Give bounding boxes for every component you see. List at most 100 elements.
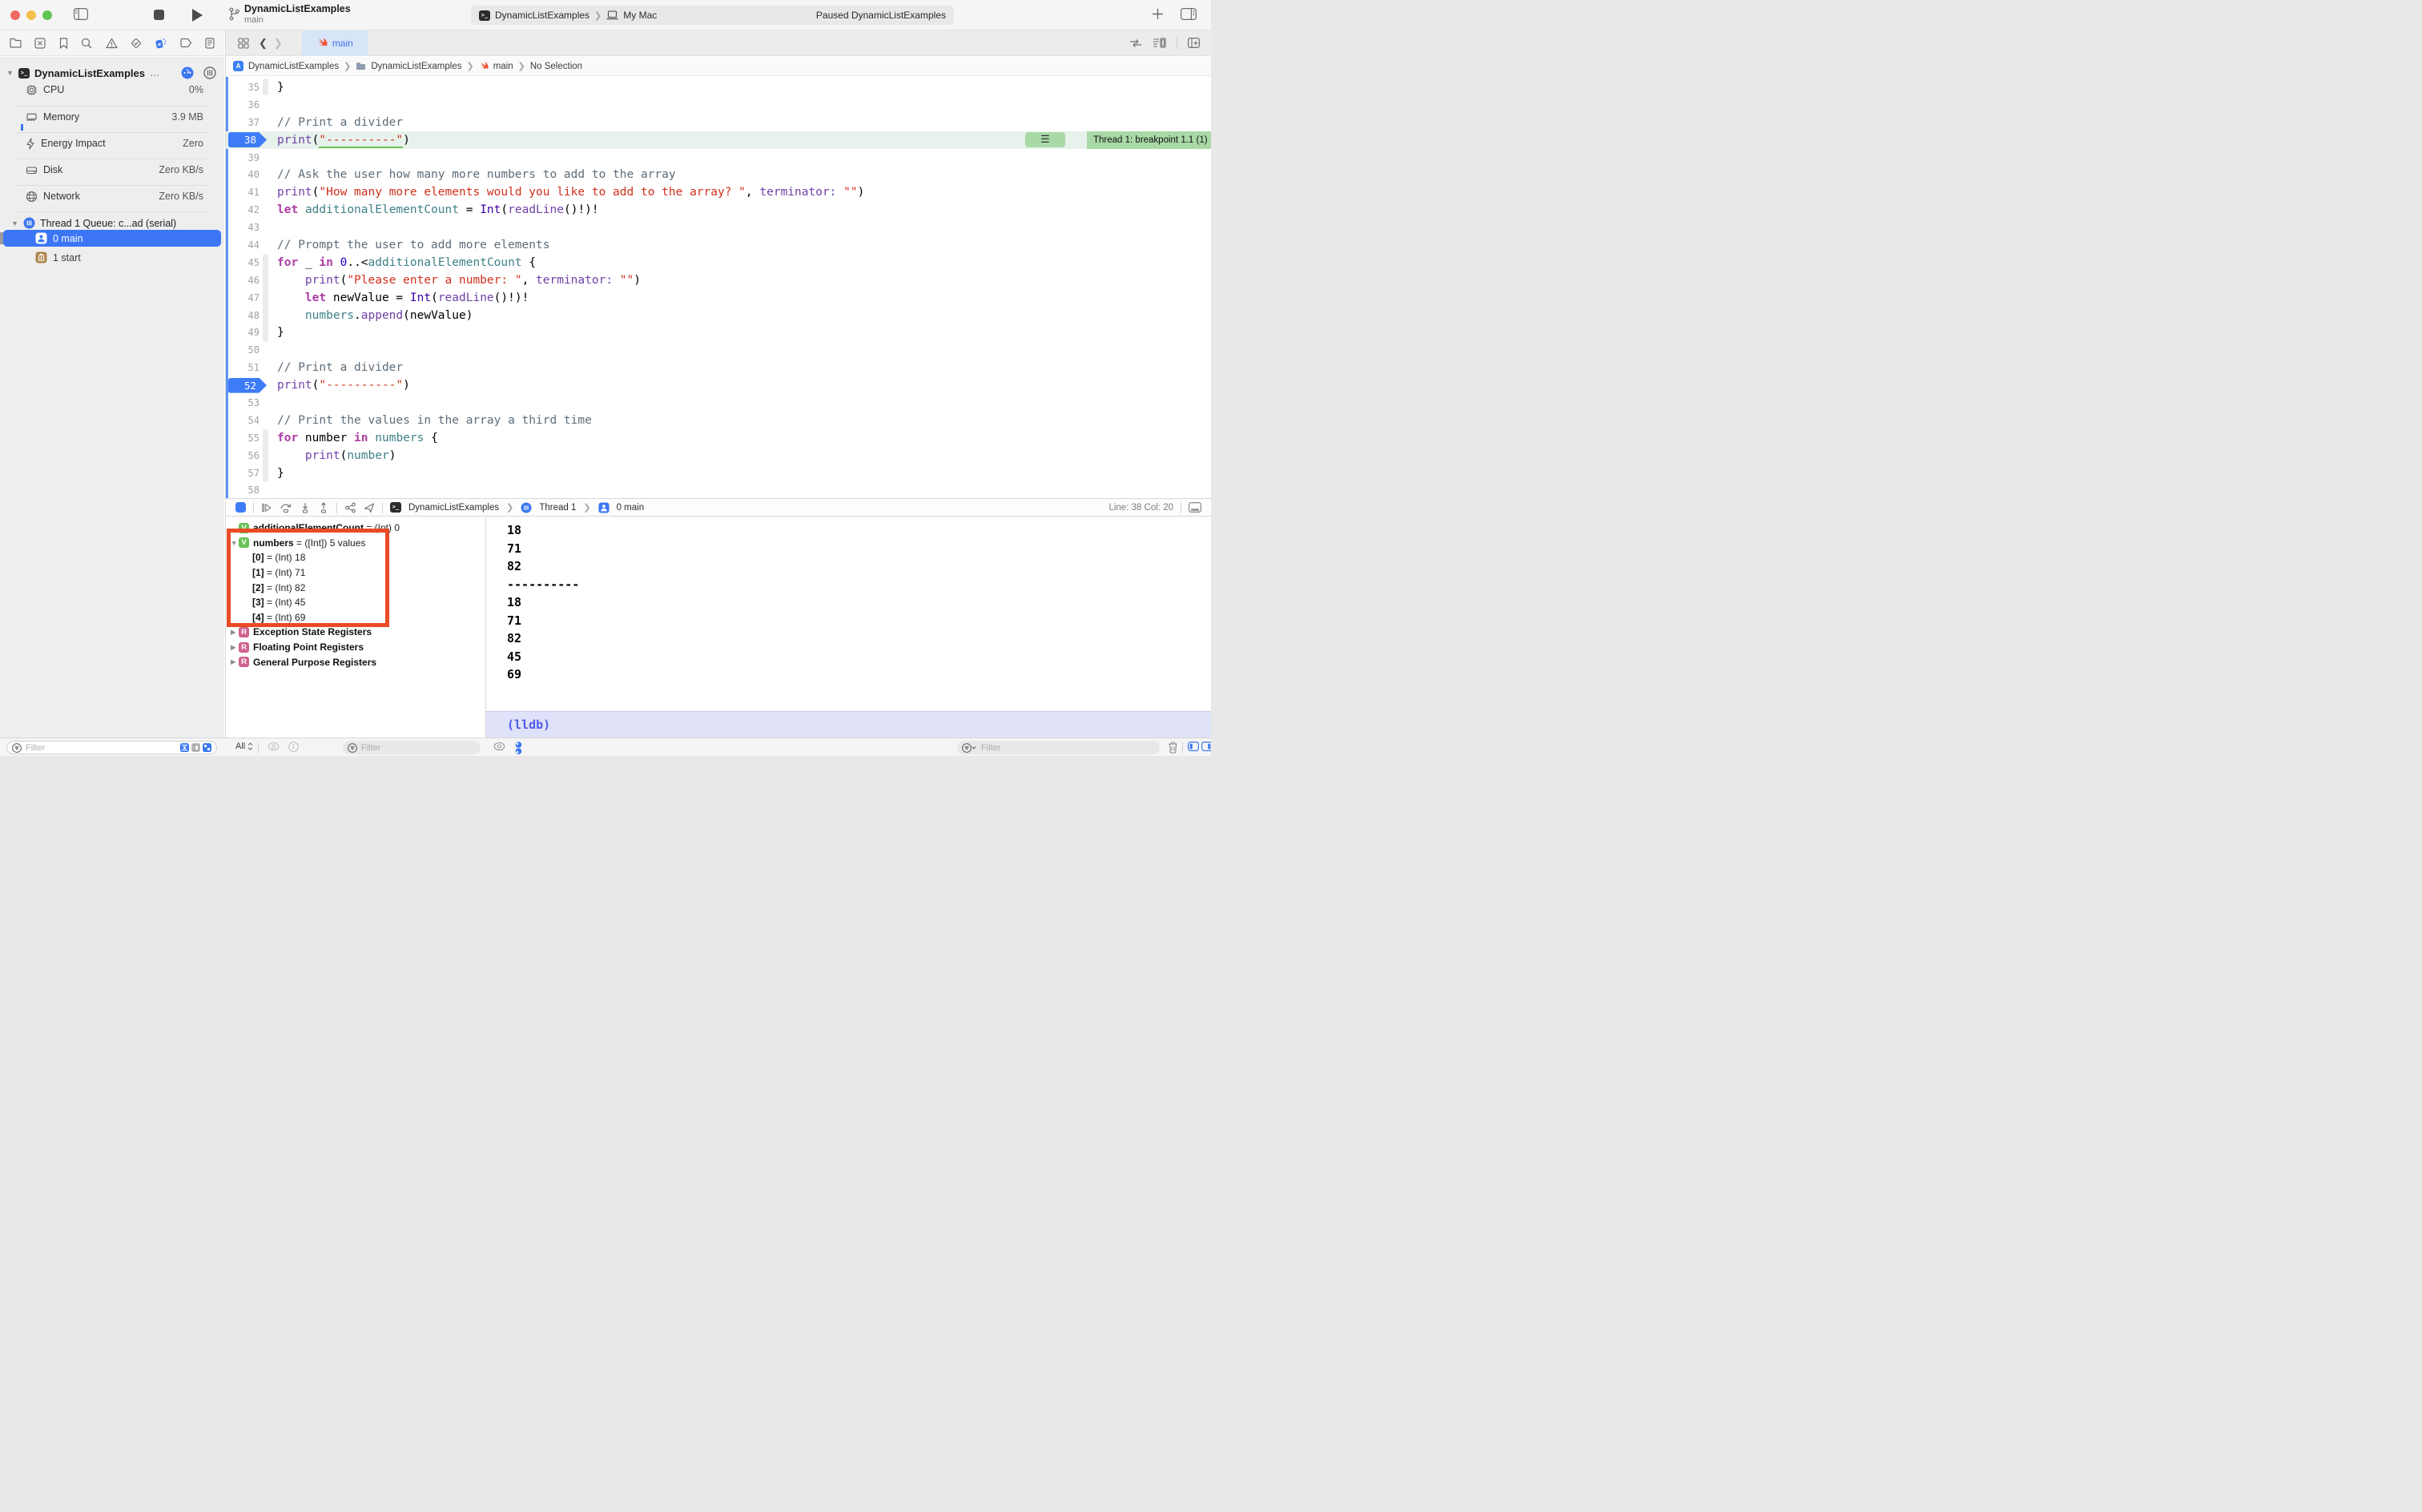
code-review-icon[interactable] (1129, 38, 1142, 48)
gauge-cpu[interactable]: CPU 0% (0, 82, 224, 97)
show-variables-view-icon[interactable] (1188, 742, 1199, 751)
line-number[interactable]: 58 (226, 485, 260, 496)
code-line-46[interactable]: 46 print("Please enter a number: ", term… (226, 271, 1211, 289)
show-console-view-icon[interactable] (1201, 742, 1211, 751)
line-number[interactable]: 37 (226, 117, 260, 128)
go-forward-icon[interactable]: ❯ (274, 37, 283, 50)
continue-button[interactable] (261, 502, 272, 513)
code-line-52[interactable]: 52print("----------") (226, 376, 1211, 394)
source-editor[interactable]: 35}3637// Print a divider38print("------… (226, 77, 1211, 498)
jumpbar-group[interactable]: DynamicListExamples (371, 62, 461, 71)
chevron-down-icon[interactable]: ▼ (6, 69, 14, 77)
line-number[interactable]: 39 (226, 152, 260, 163)
issue-navigator-icon[interactable] (106, 38, 118, 49)
code-line-41[interactable]: 41print("How many more elements would yo… (226, 183, 1211, 201)
go-back-icon[interactable]: ❮ (259, 37, 268, 50)
breakpoint-indicator[interactable]: 38 (228, 132, 267, 147)
chevron-right-icon[interactable]: ▶ (231, 643, 239, 652)
thread-row[interactable]: ▼ Thread 1 Queue: c...ad (serial) (0, 215, 224, 231)
code-line-35[interactable]: 35} (226, 78, 1211, 96)
gauge-disk[interactable]: Disk Zero KB/s (0, 163, 224, 177)
performance-gauge-icon[interactable] (181, 66, 194, 79)
variables-scope-selector[interactable]: All (235, 742, 253, 751)
variables-filter-field[interactable]: Filter (343, 741, 481, 754)
line-number[interactable]: 51 (226, 362, 260, 373)
code-line-36[interactable]: 36 (226, 96, 1211, 114)
line-number[interactable]: 41 (226, 187, 260, 198)
stack-frame-start[interactable]: 1 start (3, 249, 221, 266)
test-navigator-icon[interactable] (131, 38, 142, 49)
line-number[interactable]: 45 (226, 257, 260, 268)
zoom-window-button[interactable] (42, 10, 52, 20)
variables-view[interactable]: VadditionalElementCount = (Int) 0▼Vnumbe… (226, 517, 485, 738)
chevron-right-icon[interactable]: ▶ (231, 628, 239, 637)
console-view[interactable]: 187182----------1871824569 (lldb) (486, 517, 1211, 738)
add-editor-icon[interactable] (1188, 38, 1200, 48)
debug-navigator-icon[interactable] (155, 37, 167, 49)
breakpoint-indicator[interactable]: 52 (228, 378, 267, 393)
console-eye-icon[interactable] (493, 742, 505, 751)
scheme-destination[interactable]: My Mac (623, 10, 657, 21)
code-line-37[interactable]: 37// Print a divider (226, 114, 1211, 131)
stack-frame-main[interactable]: 0 main (3, 230, 221, 247)
line-number[interactable]: 42 (226, 204, 260, 215)
scheme-target[interactable]: DynamicListExamples (495, 10, 589, 21)
line-number[interactable]: 49 (226, 327, 260, 338)
code-line-42[interactable]: 42let additionalElementCount = Int(readL… (226, 201, 1211, 219)
toggle-inspector-icon[interactable] (1181, 8, 1197, 20)
gauge-memory[interactable]: Memory 3.9 MB (0, 110, 224, 124)
chevron-right-icon[interactable]: ▶ (231, 657, 239, 666)
adjust-editor-options-icon[interactable] (1153, 38, 1166, 48)
line-number[interactable]: 48 (226, 310, 260, 321)
code-line-55[interactable]: 55for number in numbers { (226, 429, 1211, 447)
line-number[interactable]: 46 (226, 275, 260, 286)
breakpoint-annotation-menu[interactable]: ☰ (1025, 132, 1065, 147)
code-line-58[interactable]: 58 (226, 481, 1211, 498)
code-line-40[interactable]: 40// Ask the user how many more numbers … (226, 166, 1211, 183)
line-number[interactable]: 40 (226, 169, 260, 180)
code-line-44[interactable]: 44// Prompt the user to add more element… (226, 236, 1211, 254)
scheme-block[interactable]: DynamicListExamples main (229, 3, 351, 26)
add-button[interactable] (1151, 7, 1165, 21)
breakpoint-annotation[interactable]: Thread 1: breakpoint 1.1 (1) (1087, 131, 1211, 149)
jumpbar-file[interactable]: main (493, 62, 513, 71)
lldb-prompt-bar[interactable]: (lldb) (486, 711, 1211, 738)
toggle-debug-area-icon[interactable] (1189, 502, 1201, 513)
filter-mode-stack-icon[interactable] (191, 743, 200, 752)
navigator-filter-field[interactable]: Filter (6, 741, 217, 754)
debug-area-divider[interactable] (485, 517, 486, 738)
filter-mode-interest-icon[interactable] (203, 743, 211, 752)
view-memory-eye-icon[interactable] (268, 742, 280, 751)
debugbar-crumb-frame[interactable]: 0 main (617, 503, 645, 513)
jumpbar-selection[interactable]: No Selection (530, 62, 582, 71)
info-icon[interactable] (288, 742, 299, 752)
breakpoint-navigator-icon[interactable] (180, 38, 192, 48)
jumpbar-project[interactable]: DynamicListExamples (248, 62, 339, 71)
simulate-location-icon[interactable] (364, 502, 375, 513)
code-line-56[interactable]: 56 print(number) (226, 447, 1211, 464)
code-line-54[interactable]: 54// Print the values in the array a thi… (226, 412, 1211, 429)
stop-button[interactable] (154, 10, 164, 20)
scheme-selector[interactable]: >_ DynamicListExamples ❯ My Mac Paused D… (471, 6, 954, 25)
close-window-button[interactable] (10, 10, 20, 20)
code-line-57[interactable]: 57} (226, 464, 1211, 482)
code-line-43[interactable]: 43 (226, 219, 1211, 236)
line-number[interactable]: 47 (226, 292, 260, 304)
find-navigator-icon[interactable] (81, 38, 92, 49)
editor-grid-icon[interactable] (238, 38, 249, 49)
clear-console-trash-icon[interactable] (1168, 742, 1178, 754)
source-control-navigator-icon[interactable] (34, 38, 46, 49)
line-number[interactable]: 55 (226, 432, 260, 444)
chevron-down-icon[interactable]: ▼ (11, 219, 18, 227)
step-out-button[interactable] (318, 502, 329, 513)
code-line-48[interactable]: 48 numbers.append(newValue) (226, 307, 1211, 324)
tab-main[interactable]: main (302, 30, 368, 56)
code-line-45[interactable]: 45for _ in 0..<additionalElementCount { (226, 254, 1211, 271)
step-over-button[interactable] (280, 502, 292, 513)
code-line-39[interactable]: 39 (226, 149, 1211, 167)
debug-memory-graph-icon[interactable] (344, 502, 356, 513)
line-number[interactable]: 36 (226, 99, 260, 111)
bookmark-navigator-icon[interactable] (59, 38, 68, 49)
variable-row[interactable]: ▶RGeneral Purpose Registers (226, 654, 485, 670)
toggle-navigator-icon[interactable] (74, 8, 88, 20)
